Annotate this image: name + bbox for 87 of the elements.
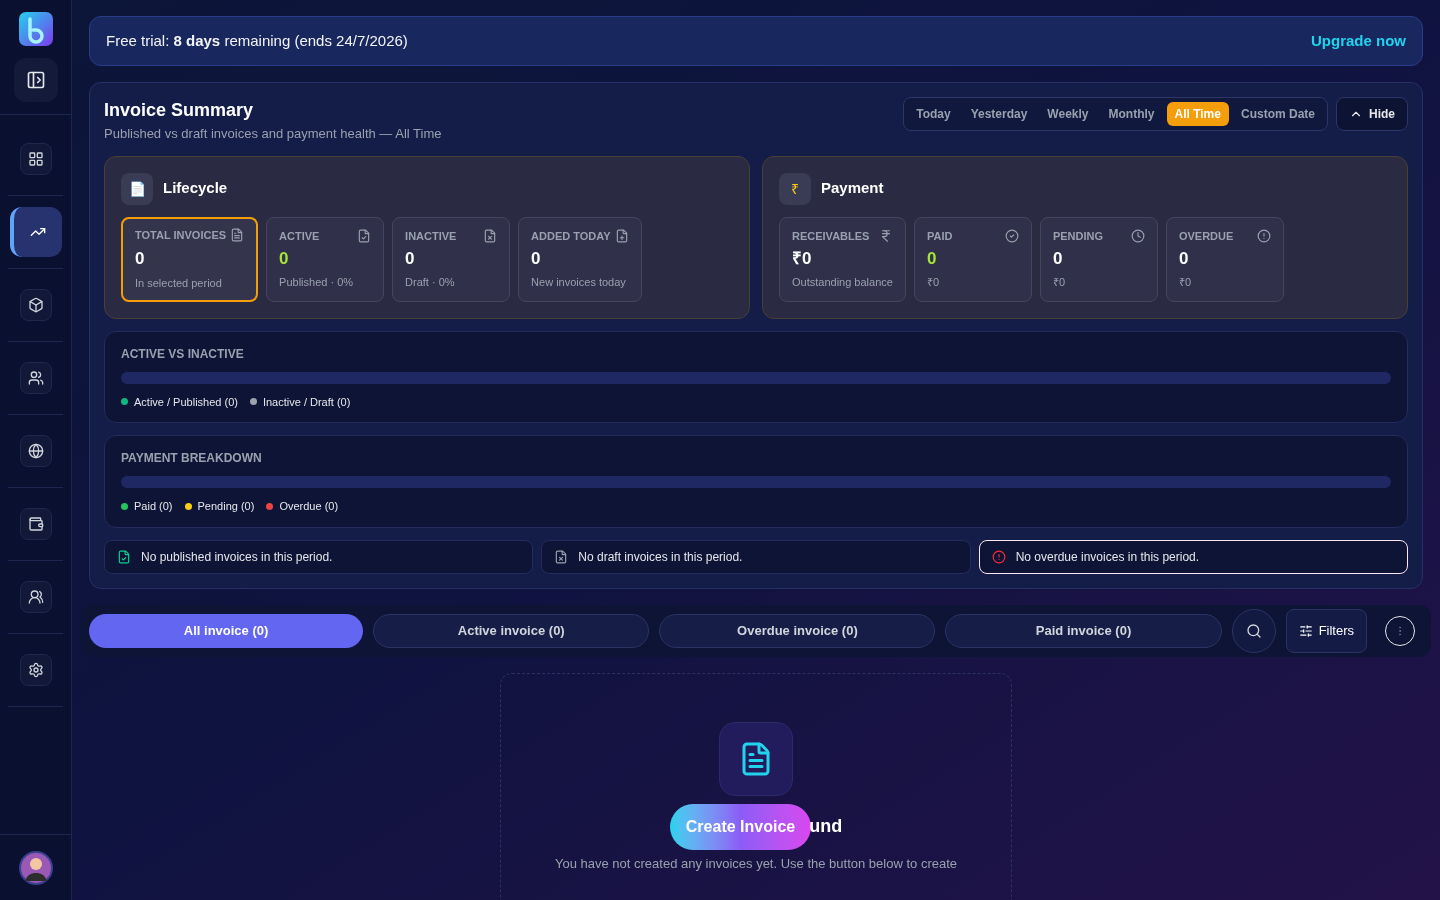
document-check-icon: [357, 228, 372, 243]
section-icon: ₹: [779, 172, 811, 205]
settings-icon: [27, 662, 44, 678]
hide-button[interactable]: Hide: [1336, 97, 1408, 131]
upgrade-link[interactable]: Upgrade now: [1311, 29, 1406, 53]
breakdown-title: ACTIVE VS INACTIVE: [121, 345, 245, 362]
sidebar-item[interactable]: [19, 435, 52, 467]
period-tab[interactable]: Monthly: [1100, 102, 1163, 126]
document-x-icon: [554, 549, 569, 564]
metric-note: New invoices today: [531, 275, 627, 290]
document-icon: [230, 227, 245, 242]
breakdown-title: PAYMENT BREAKDOWN: [121, 450, 263, 466]
globe-icon: [27, 443, 44, 459]
sidebar-item[interactable]: [19, 654, 52, 686]
sidebar-item[interactable]: [19, 362, 52, 394]
empty-title: und: [809, 815, 843, 838]
legend-label: Pending (0): [197, 499, 255, 514]
metric-value: 0: [1052, 248, 1064, 271]
metric-note: Draft · 0%: [405, 275, 456, 290]
metric-note: In selected period: [135, 276, 223, 291]
legend-label: Paid (0): [134, 499, 173, 514]
summary-title: Invoice Summary: [104, 99, 255, 122]
filter-tab[interactable]: Overdue invoice (0): [659, 613, 936, 648]
metric-value: 0: [135, 248, 146, 271]
metric-value: 0: [279, 248, 290, 271]
app-logo[interactable]: [18, 12, 53, 46]
notice-text: No draft invoices in this period.: [578, 548, 743, 565]
filter-tab[interactable]: All invoice (0): [89, 613, 364, 648]
user-avatar[interactable]: [18, 850, 53, 885]
legend-label: Active / Published (0): [134, 394, 238, 410]
search-icon: [1245, 622, 1262, 639]
document-x-icon: [483, 228, 498, 243]
period-tab[interactable]: Yesterday: [962, 102, 1036, 126]
metric-value: 0: [405, 248, 416, 271]
document-plus-icon: [614, 228, 629, 243]
metric-note: Published · 0%: [279, 275, 355, 290]
alert-circle-icon: [1256, 228, 1271, 243]
metric-value: 0: [531, 248, 542, 271]
metric-value: 0: [926, 248, 938, 271]
period-tab[interactable]: Custom Date: [1232, 102, 1323, 126]
metric-note: Outstanding balance: [792, 275, 893, 290]
sidebar-item[interactable]: [19, 289, 52, 321]
clock-icon: [1130, 228, 1145, 243]
metric-label: PENDING: [1052, 228, 1104, 244]
metric-value: ₹0: [792, 248, 813, 271]
metric-label: ACTIVE: [279, 228, 320, 244]
metric-label: PAID: [926, 228, 953, 244]
sidebar-item[interactable]: [9, 207, 62, 257]
metric-label: OVERDUE: [1178, 228, 1234, 244]
trial-message: Free trial: 8 days remaining (ends 24/7/2026): [106, 30, 408, 51]
filter-tab[interactable]: Paid invoice (0): [945, 613, 1222, 648]
metric-note: ₹0: [1178, 275, 1193, 290]
users-icon: [27, 370, 44, 386]
period-tab[interactable]: Weekly: [1039, 102, 1097, 126]
filter-tab[interactable]: Active invoice (0): [373, 613, 650, 648]
metric-note: ₹0: [1052, 275, 1067, 290]
summary-subtitle: Published vs draft invoices and payment health — All Time: [104, 125, 442, 143]
metric-value: 0: [1178, 248, 1190, 271]
alert-circle-icon: [991, 549, 1006, 564]
notice-text: No published invoices in this period.: [141, 548, 333, 565]
metric-label: ADDED TODAY: [531, 228, 611, 244]
metric-label: TOTAL INVOICES: [135, 227, 227, 243]
sliders-icon: [1298, 623, 1313, 638]
metric-note: ₹0: [926, 275, 941, 290]
cube-icon: [27, 297, 44, 313]
search-button[interactable]: [1231, 608, 1276, 653]
sidebar-toggle-button[interactable]: [13, 58, 58, 102]
empty-message: You have not created any invoices yet. Use the button below to create: [554, 854, 958, 873]
wallet-icon: [27, 516, 44, 532]
sidebar-item[interactable]: [19, 143, 52, 175]
metric-label: INACTIVE: [405, 228, 457, 244]
section-title: Payment: [821, 178, 884, 199]
filters-button[interactable]: Filters: [1285, 608, 1367, 653]
section-icon: 📄: [121, 172, 153, 205]
section-title: Lifecycle: [163, 178, 228, 199]
notice-text: No overdue invoices in this period.: [1015, 548, 1200, 565]
document-check-icon: [117, 549, 131, 564]
sidebar-item[interactable]: [19, 508, 52, 540]
grid-icon: [27, 151, 44, 167]
sidebar-panel-icon: [25, 70, 46, 90]
legend-label: Inactive / Draft (0): [262, 394, 351, 410]
people-icon: [27, 589, 44, 605]
check-circle-icon: [1004, 228, 1019, 243]
metric-label: RECEIVABLES: [792, 228, 870, 244]
period-tab[interactable]: Today: [908, 102, 959, 126]
sidebar-item[interactable]: [19, 581, 52, 613]
legend-label: Overdue (0): [279, 499, 339, 514]
